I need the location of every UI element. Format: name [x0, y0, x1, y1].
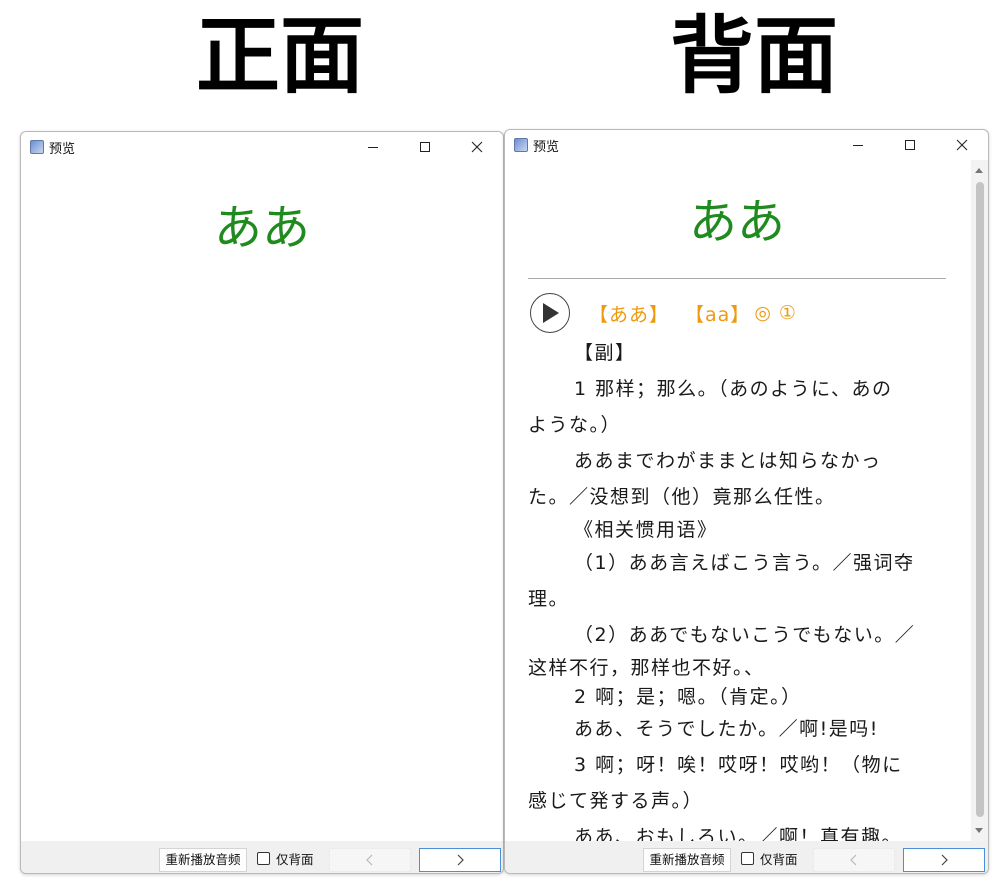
pitch-accent: ◎ ① — [754, 302, 797, 324]
card-front: ああ — [21, 162, 503, 841]
definition: 【副】 1 那样；那么。（あのように、あの ような。） ああまでわがままとは知ら… — [528, 335, 946, 841]
definition-line: 2 啊；是；嗯。（肯定。） — [574, 686, 802, 708]
status-bar: 重新播放音频 仅背面 — [505, 841, 988, 873]
card-word: ああ — [688, 194, 785, 250]
vertical-scrollbar[interactable] — [971, 160, 988, 841]
back-heading: 背面 — [669, 6, 838, 105]
definition-line: 理。 — [528, 588, 570, 610]
reading-romaji: 【aa】 — [685, 303, 751, 326]
definition-line: ああ、おもしろい。／啊！真有趣。 — [574, 826, 903, 841]
definition-line: 这样不行，那样也不好。、 — [528, 657, 765, 679]
replay-audio-button[interactable]: 重新播放音频 — [643, 848, 731, 872]
maximize-button[interactable] — [884, 130, 936, 160]
chevron-right-icon — [941, 854, 948, 866]
back-only-checkbox[interactable] — [741, 852, 754, 865]
replay-audio-button[interactable]: 重新播放音频 — [159, 848, 247, 872]
definition-line: ああまでわがままとは知らなかっ — [574, 450, 882, 472]
minimize-button[interactable] — [832, 130, 884, 160]
window-title: 预览 — [49, 141, 76, 157]
minimize-button[interactable] — [347, 132, 399, 162]
definition-line: た。／没想到（他）竟那么任性。 — [528, 486, 836, 508]
maximize-icon — [420, 142, 430, 152]
play-icon — [543, 303, 559, 323]
chevron-left-icon — [366, 854, 373, 866]
close-button[interactable] — [451, 132, 503, 162]
definition-line: （2）ああでもないこうでもない。／ — [574, 624, 916, 646]
back-only-checkbox[interactable] — [257, 852, 270, 865]
maximize-button[interactable] — [399, 132, 451, 162]
definition-line: 感じて発する声。） — [528, 790, 704, 812]
card-back: ああ 【ああ】 【aa】 ◎ ① 【副】 1 那样；那么。（あのように、あの よ… — [528, 160, 946, 841]
status-bar: 重新播放音频 仅背面 — [21, 841, 503, 873]
back-only-label: 仅背面 — [276, 852, 314, 867]
titlebar[interactable]: 预览 — [21, 132, 503, 162]
definition-line: 【副】 — [574, 342, 636, 364]
next-button[interactable] — [419, 848, 501, 872]
definition-line: 1 那样；那么。（あのように、あの — [574, 378, 893, 400]
close-icon — [471, 141, 483, 153]
minimize-icon — [853, 145, 863, 146]
minimize-icon — [368, 147, 378, 148]
card-divider — [528, 278, 946, 279]
window-title: 预览 — [533, 139, 560, 155]
chevron-right-icon — [457, 854, 464, 866]
close-icon — [956, 139, 968, 151]
titlebar[interactable]: 预览 — [505, 130, 988, 160]
scroll-up-arrow[interactable] — [975, 168, 983, 173]
chevron-left-icon — [850, 854, 857, 866]
back-preview-window: 预览 ああ 【ああ】 【aa】 ◎ ① 【副】 1 那样；那么。（あのように、あ… — [504, 129, 989, 874]
scroll-thumb[interactable] — [976, 182, 984, 817]
front-heading: 正面 — [195, 6, 364, 105]
scroll-down-arrow[interactable] — [975, 828, 983, 833]
definition-line: 3 啊；呀！唉！哎呀！哎哟！（物に — [574, 754, 903, 776]
definition-line: （1）ああ言えばこう言う。／强词夺 — [574, 552, 915, 574]
maximize-icon — [905, 140, 915, 150]
reading-kana: 【ああ】 — [589, 303, 670, 326]
definition-line: ああ、そうでしたか。／啊!是吗! — [574, 718, 879, 740]
back-only-label: 仅背面 — [760, 852, 798, 867]
definition-line: 《相关惯用语》 — [574, 519, 718, 541]
card-word: ああ — [213, 200, 310, 256]
prev-button[interactable] — [329, 848, 411, 872]
next-button[interactable] — [903, 848, 985, 872]
app-icon — [514, 138, 528, 152]
front-preview-window: 预览 ああ 重新播放音频 仅背面 — [20, 131, 504, 874]
prev-button[interactable] — [813, 848, 895, 872]
app-icon — [30, 140, 44, 154]
definition-line: ような。） — [528, 414, 622, 436]
play-audio-button[interactable] — [530, 293, 570, 333]
close-button[interactable] — [936, 130, 988, 160]
